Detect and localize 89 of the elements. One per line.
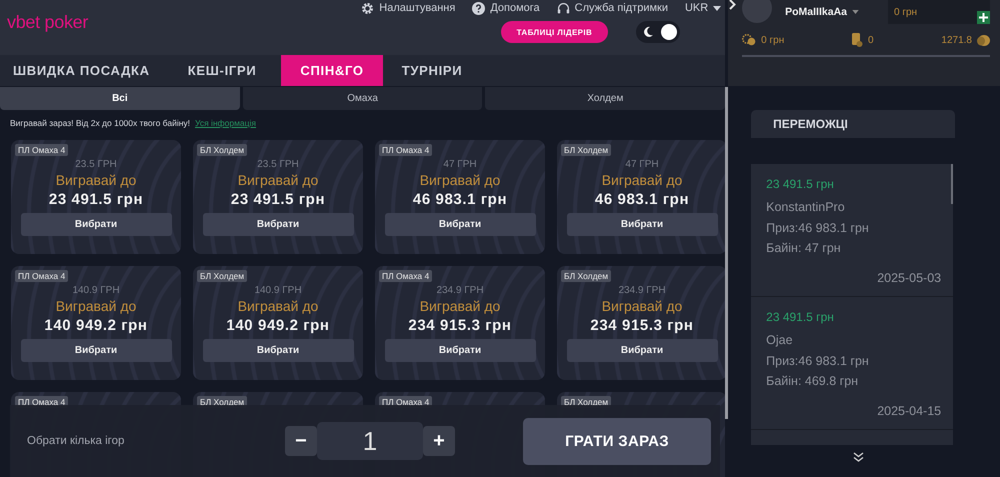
winner-buy-in: Байін: 47 грн	[766, 240, 842, 257]
headset-icon	[556, 2, 570, 14]
buy-in: 140.9 ГРН	[72, 285, 120, 296]
minus-button[interactable]: −	[285, 426, 317, 456]
winners-title: ПЕРЕМОЖЦІ	[773, 117, 848, 131]
select-button[interactable]: Вибрати	[202, 339, 354, 362]
play-now-button[interactable]: ГРАТИ ЗАРАЗ	[523, 418, 711, 464]
moon-icon	[642, 26, 654, 38]
winner-name: Ojae	[766, 332, 794, 349]
prize-amount: 234 915.3 грн	[590, 317, 694, 334]
prize-amount: 234 915.3 грн	[408, 317, 512, 334]
win-label: Вигравай до	[56, 172, 136, 188]
game-tag: ПЛ Омаха 4	[379, 270, 432, 282]
caret-icon	[713, 6, 722, 10]
buy-in: 234.9 ГРН	[618, 285, 666, 296]
header-link[interactable]: Служба підтримки	[574, 2, 668, 14]
ticket-count: 0	[868, 34, 874, 46]
winner-buy-in: Байін: 469.8 грн	[766, 373, 860, 390]
game-tag: БЛ Холдем	[561, 144, 612, 156]
prize-amount: 23 491.5 грн	[48, 191, 144, 208]
prize-amount: 46 983.1 грн	[594, 191, 690, 208]
chips-icon	[742, 34, 756, 46]
header-link[interactable]: Допомога	[490, 2, 540, 14]
win-label: Вигравай до	[602, 298, 682, 314]
select-button[interactable]: Вибрати	[384, 213, 536, 236]
nav-tab[interactable]: КЕШ-ІГРИ	[174, 55, 270, 86]
scrollbar[interactable]	[951, 164, 954, 204]
win-label: Вигравай до	[56, 298, 136, 314]
theme-toggle[interactable]	[636, 21, 680, 43]
header-link[interactable]: Налаштування	[379, 2, 456, 14]
win-label: Вигравай до	[420, 172, 500, 188]
select-button[interactable]: Вибрати	[384, 339, 536, 362]
win-date: 2025-05-03	[876, 270, 942, 284]
plus-button[interactable]: +	[423, 426, 455, 456]
chips-balance: 0 грн	[761, 34, 784, 46]
win-date: 2025-04-15	[876, 404, 942, 418]
prize-amount: 23 491.5 грн	[230, 191, 326, 208]
game-tag: БЛ Холдем	[197, 270, 248, 282]
language-selector[interactable]: UKR	[684, 2, 708, 14]
count-field[interactable]: 1	[317, 422, 423, 460]
ticket-icon	[852, 33, 864, 47]
select-button[interactable]: Вибрати	[20, 339, 172, 362]
win-label: Вигравай до	[238, 172, 318, 188]
points-balance: 1271.8	[941, 34, 972, 46]
game-tag: БЛ Холдем	[197, 144, 248, 156]
game-tag: БЛ Холдем	[561, 270, 612, 282]
game-tag: ПЛ Омаха 4	[15, 270, 68, 282]
nav-tab[interactable]: ШВИДКА ПОСАДКА	[0, 55, 163, 86]
filter-tab[interactable]: Холдем	[485, 87, 726, 110]
nav-tab[interactable]: ТУРНІРИ	[388, 55, 476, 86]
buy-in: 140.9 ГРН	[254, 285, 302, 296]
add-funds-button[interactable]	[977, 11, 990, 24]
select-button[interactable]: Вибрати	[566, 213, 718, 236]
filter-tab[interactable]: Всі	[0, 87, 240, 110]
info-link[interactable]: Уся інформація	[195, 118, 256, 140]
game-tag: ПЛ Омаха 4	[15, 144, 68, 156]
prize-amount: 140 949.2 грн	[44, 317, 148, 334]
win-label: Вигравай до	[420, 298, 500, 314]
coin-icon	[977, 34, 990, 46]
winner-prize: Приз:46 983.1 грн	[766, 352, 870, 370]
settings-icon	[361, 2, 374, 14]
nav-tab[interactable]: СПІН&ГО	[281, 55, 383, 86]
win-amount: 23 491.5 грн	[766, 177, 835, 191]
buy-in: 47 ГРН	[625, 159, 659, 170]
prize-amount: 46 983.1 грн	[412, 191, 508, 208]
username[interactable]: PoMaIIIkaAa	[785, 6, 847, 18]
balance-field: 0 грн	[888, 0, 990, 24]
select-button[interactable]: Вибрати	[20, 213, 172, 236]
caret-icon	[852, 10, 859, 14]
buy-in: 23.5 ГРН	[257, 159, 299, 170]
buy-in: 47 ГРН	[443, 159, 477, 170]
double-chevron-down-icon[interactable]	[853, 452, 864, 462]
filter-tab[interactable]: Омаха	[242, 87, 482, 110]
promo-text: Вигравай зараз! Від 2х до 1000х твого байіну!	[10, 118, 190, 130]
winner-prize: Приз:46 983.1 грн	[766, 220, 870, 237]
select-button[interactable]: Вибрати	[566, 339, 718, 362]
buy-in: 23.5 ГРН	[75, 159, 117, 170]
win-amount: 23 491.5 грн	[766, 310, 835, 324]
winner-name: KonstantinPro	[766, 199, 846, 216]
chevron-right-icon[interactable]	[729, 0, 736, 10]
scrollbar[interactable]	[725, 87, 728, 419]
win-label: Вигравай до	[238, 298, 318, 314]
game-tag: ПЛ Омаха 4	[379, 144, 432, 156]
win-label: Вигравай до	[602, 172, 682, 188]
prize-amount: 140 949.2 грн	[226, 317, 330, 334]
select-button[interactable]: Вибрати	[202, 213, 354, 236]
multi-game-label: Обрати кілька ігор	[27, 435, 126, 447]
leaderboard-button[interactable]: ТАБЛИЦІ ЛІДЕРІВ	[500, 21, 608, 43]
buy-in: 234.9 ГРН	[436, 285, 484, 296]
